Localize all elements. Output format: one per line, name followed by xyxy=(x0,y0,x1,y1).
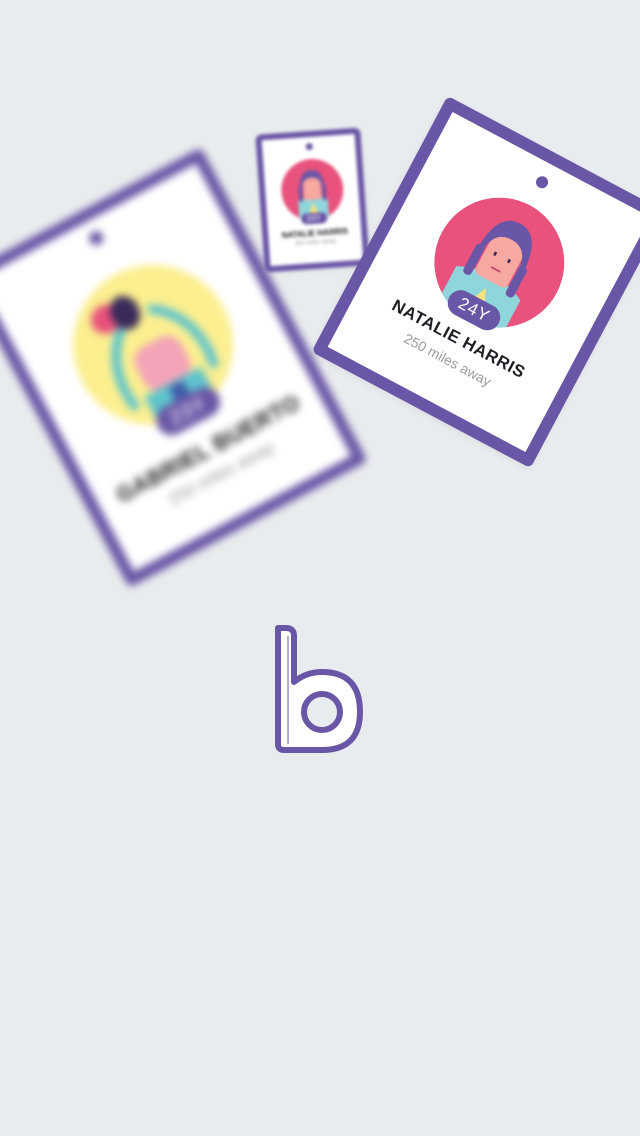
profile-card-natalie-small: 24Y NATALIE HARRIS 250 miles away xyxy=(255,127,370,273)
card-hole xyxy=(533,174,551,191)
card-hole xyxy=(305,142,313,151)
age-badge: 24Y xyxy=(300,212,328,225)
logo-b-glyph xyxy=(275,625,363,753)
man-avatar-icon xyxy=(45,237,261,453)
avatar-illustration xyxy=(73,264,234,431)
card-hole xyxy=(86,228,106,248)
app-logo-icon xyxy=(260,620,380,760)
splash-screen: 23Y GABRIEL BUERTO 250 miles away 24Y NA… xyxy=(0,0,640,1136)
